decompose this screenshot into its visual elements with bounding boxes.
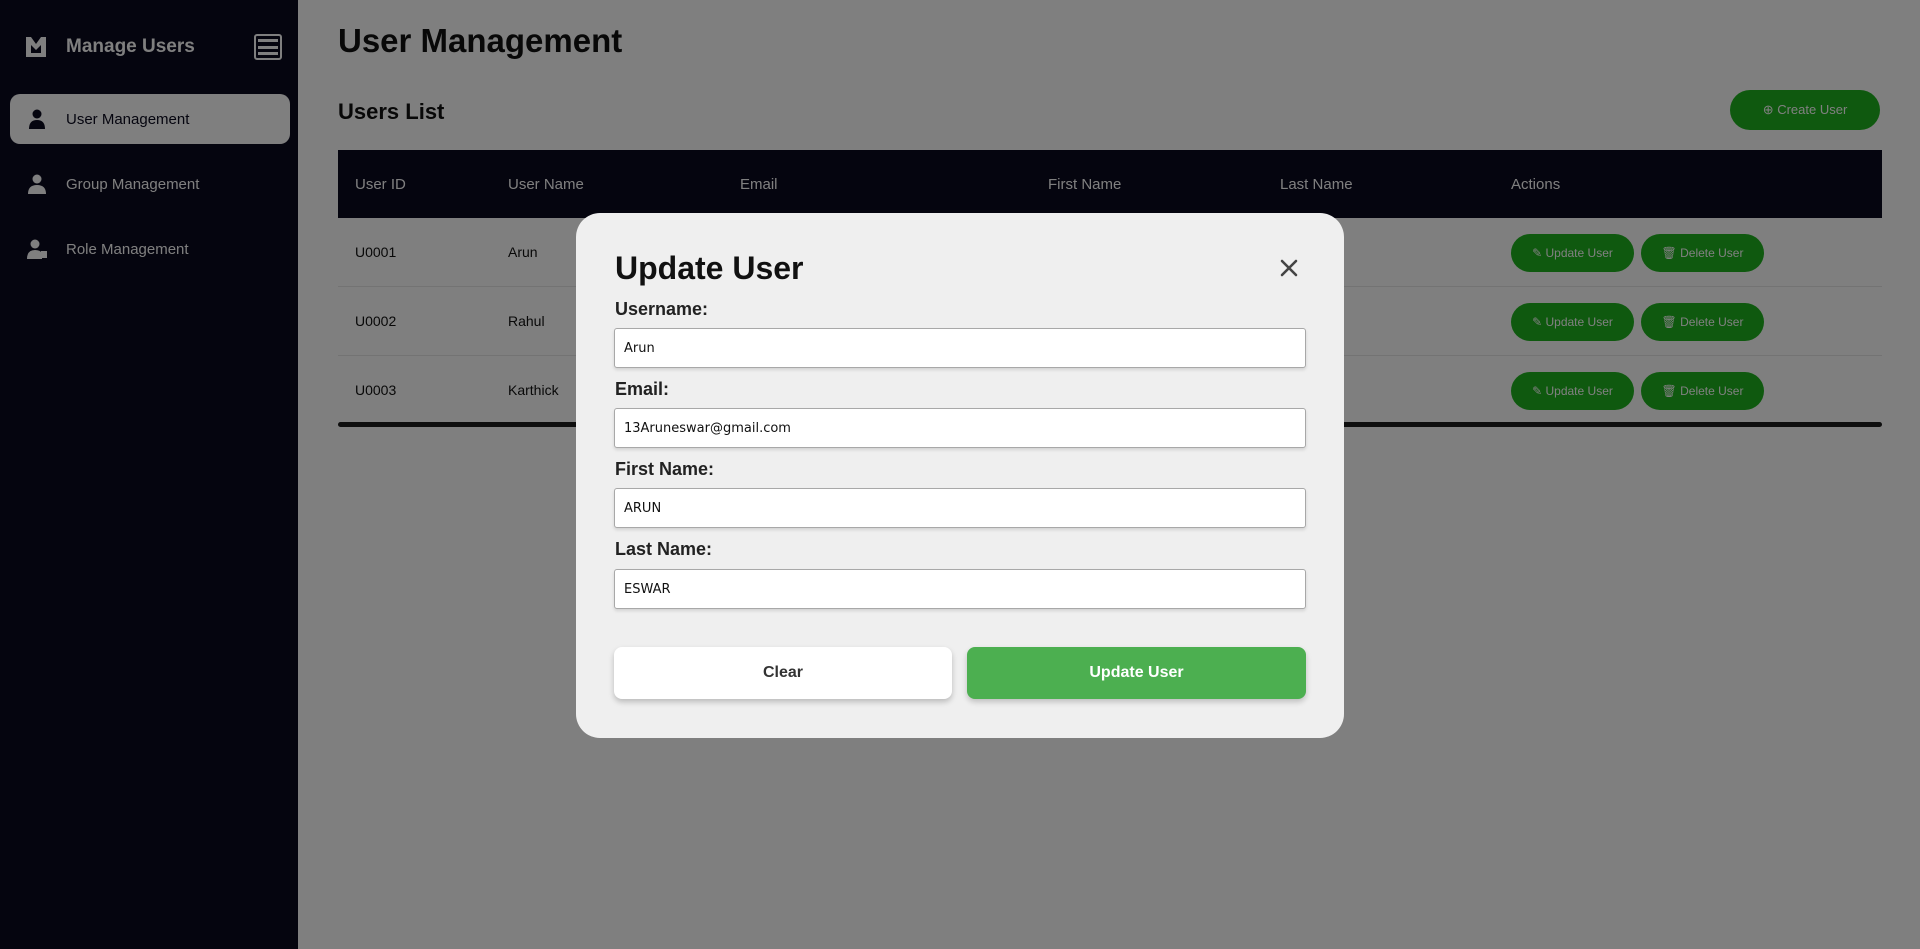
first-name-field[interactable] — [614, 488, 1306, 528]
first-name-label: First Name: — [615, 459, 715, 479]
clear-button[interactable]: Clear — [614, 647, 952, 699]
email-field[interactable] — [614, 408, 1306, 448]
update-user-button[interactable]: Update User — [967, 647, 1306, 699]
update-user-modal: Update User Username: Email: First Name:… — [576, 213, 1344, 738]
username-label: Username: — [615, 299, 709, 319]
email-label: Email: — [615, 379, 670, 399]
username-field[interactable] — [614, 328, 1306, 368]
last-name-label: Last Name: — [615, 539, 713, 559]
close-icon[interactable] — [1276, 255, 1302, 281]
modal-title: Update User — [615, 250, 804, 286]
last-name-field[interactable] — [614, 569, 1306, 609]
